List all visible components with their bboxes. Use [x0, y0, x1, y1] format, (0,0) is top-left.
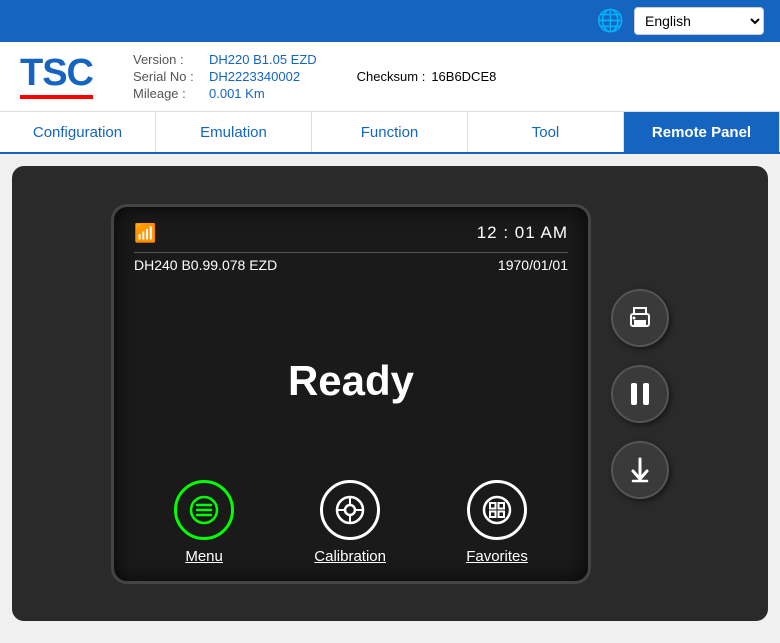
pause-button[interactable]	[611, 365, 669, 423]
logo-underline	[20, 95, 93, 99]
logo-text: TSC	[20, 54, 93, 92]
mileage-value: 0.001 Km	[209, 86, 265, 101]
menu-label: Menu	[185, 548, 223, 565]
header: TSC Version : DH220 B1.05 EZD Serial No …	[0, 42, 780, 112]
screen-divider	[134, 252, 568, 253]
device-info: Version : DH220 B1.05 EZD Serial No : DH…	[133, 52, 317, 101]
main-content: 📶 12 : 01 AM DH240 B0.99.078 EZD 1970/01…	[12, 166, 768, 621]
tab-emulation[interactable]: Emulation	[156, 112, 312, 152]
screen-buttons: Menu Calibration	[134, 470, 568, 565]
screen-date: 1970/01/01	[498, 257, 568, 273]
device-container: 📶 12 : 01 AM DH240 B0.99.078 EZD 1970/01…	[111, 204, 669, 584]
lcd-screen: 📶 12 : 01 AM DH240 B0.99.078 EZD 1970/01…	[111, 204, 591, 584]
globe-icon: 🌐	[597, 8, 624, 34]
checksum-label: Checksum :	[357, 69, 426, 84]
serial-label: Serial No :	[133, 69, 203, 84]
checksum-value: 16B6DCE8	[431, 69, 496, 84]
side-buttons	[611, 289, 669, 499]
tab-configuration[interactable]: Configuration	[0, 112, 156, 152]
wifi-icon: 📶	[134, 223, 156, 244]
mileage-label: Mileage :	[133, 86, 203, 101]
calibration-icon	[320, 480, 380, 540]
menu-button[interactable]: Menu	[174, 480, 234, 565]
screen-subtitle-row: DH240 B0.99.078 EZD 1970/01/01	[134, 257, 568, 273]
ready-status: Ready	[134, 293, 568, 470]
device-name: DH240 B0.99.078 EZD	[134, 257, 277, 273]
time-display: 12 : 01 AM	[477, 223, 568, 243]
tab-function[interactable]: Function	[312, 112, 468, 152]
language-select[interactable]: English 中文 Español Deutsch Français	[634, 7, 764, 35]
tab-remote-panel[interactable]: Remote Panel	[624, 112, 780, 152]
tsc-logo: TSC	[20, 54, 93, 99]
serial-value: DH2223340002	[209, 69, 300, 84]
menu-icon	[174, 480, 234, 540]
version-value: DH220 B1.05 EZD	[209, 52, 317, 67]
nav-tabs: Configuration Emulation Function Tool Re…	[0, 112, 780, 154]
favorites-icon	[467, 480, 527, 540]
checksum-area: Checksum : 16B6DCE8	[357, 69, 497, 84]
screen-top-bar: 📶 12 : 01 AM	[134, 223, 568, 244]
calibration-button[interactable]: Calibration	[314, 480, 386, 565]
feed-button[interactable]	[611, 441, 669, 499]
favorites-label: Favorites	[466, 548, 528, 565]
top-bar: 🌐 English 中文 Español Deutsch Français	[0, 0, 780, 42]
calibration-label: Calibration	[314, 548, 386, 565]
favorites-button[interactable]: Favorites	[466, 480, 528, 565]
tab-tool[interactable]: Tool	[468, 112, 624, 152]
version-label: Version :	[133, 52, 203, 67]
print-button[interactable]	[611, 289, 669, 347]
